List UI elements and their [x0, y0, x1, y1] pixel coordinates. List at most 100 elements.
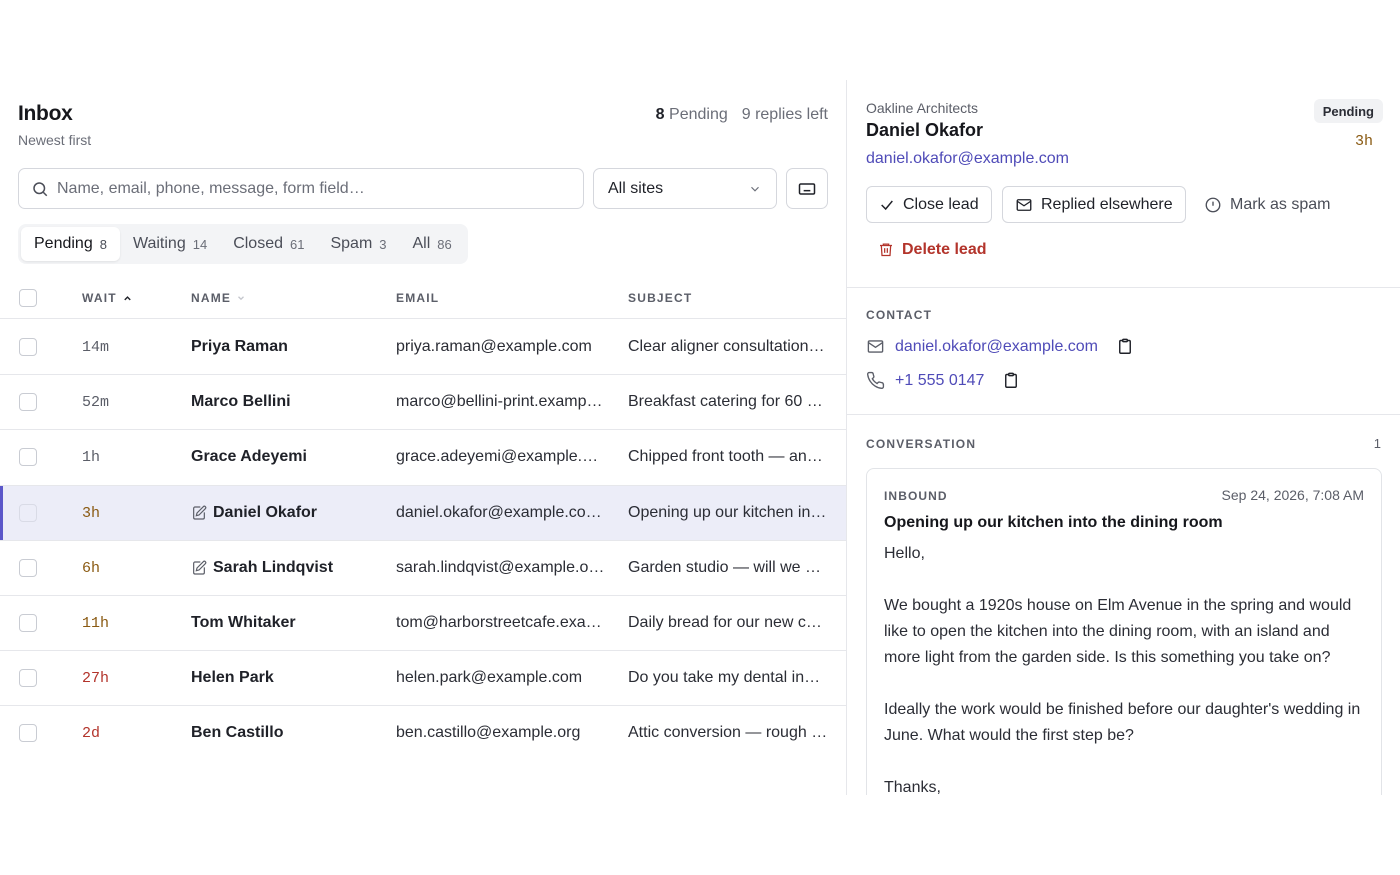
row-checkbox[interactable] [19, 393, 37, 412]
lead-email: ben.castillo@example.org [396, 724, 581, 742]
tab-label: Pending [34, 235, 93, 252]
message-direction: INBOUND [884, 489, 948, 503]
wait-time: 27h [82, 670, 110, 688]
copy-clipboard-icon[interactable] [1002, 371, 1020, 390]
search-box[interactable] [18, 168, 584, 209]
replied-elsewhere-button[interactable]: Replied elsewhere [1002, 186, 1186, 223]
lead-subject: Do you take my dental ins… [628, 669, 828, 687]
lead-name: Daniel Okafor [191, 504, 317, 522]
wait-time: 11h [82, 614, 110, 632]
lead-name-text: Sarah Lindqvist [213, 558, 334, 576]
page-title: Inbox [18, 102, 73, 125]
form-submission-icon [193, 505, 207, 520]
lead-name: Tom Whitaker [191, 614, 296, 632]
table-row[interactable]: 27h Helen Park helen.park@example.com Do… [0, 651, 846, 707]
contact-email-link[interactable]: daniel.okafor@example.com [895, 338, 1098, 356]
wait-time: 6h [82, 559, 101, 577]
message-body: Hello, We bought a 1920s house on Elm Av… [884, 545, 1361, 795]
conversation-section-label: CONVERSATION [866, 437, 977, 451]
copy-clipboard-icon[interactable] [1116, 337, 1134, 356]
tab-label: Closed [233, 235, 283, 252]
tab-waiting[interactable]: Waiting 14 [120, 227, 220, 261]
lead-name: Helen Park [191, 669, 274, 687]
row-checkbox[interactable] [19, 448, 37, 467]
keyboard-shortcuts-button[interactable] [786, 168, 828, 209]
table-row[interactable]: 14m Priya Raman priya.raman@example.com … [0, 320, 846, 376]
button-label: Close lead [903, 195, 979, 213]
row-checkbox[interactable] [19, 613, 37, 632]
replies-left: 9 replies left [741, 106, 828, 123]
lead-name-text: Priya Raman [191, 338, 288, 355]
table-row[interactable]: 1h Grace Adeyemi grace.adeyemi@example.o… [0, 430, 846, 486]
column-header-wait[interactable]: WAIT [82, 291, 133, 305]
inbox-counts: 8 Pending 9 replies left [656, 106, 828, 124]
tab-spam[interactable]: Spam 3 [317, 227, 399, 261]
column-header-name[interactable]: NAME [191, 291, 246, 305]
wait-time: 1h [82, 449, 101, 467]
check-icon [881, 200, 893, 210]
button-label: Replied elsewhere [1041, 195, 1173, 213]
lead-email: sarah.lindqvist@example.o… [396, 558, 605, 576]
lead-email: grace.adeyemi@example.o… [396, 448, 606, 466]
keyboard-icon [798, 182, 816, 195]
lead-name: Grace Adeyemi [191, 448, 307, 466]
close-lead-button[interactable]: Close lead [866, 186, 992, 223]
delete-lead-button[interactable]: Delete lead [878, 231, 987, 268]
contact-phone-link[interactable]: +1 555 0147 [895, 372, 984, 390]
lead-email: helen.park@example.com [396, 669, 583, 687]
contact-email-row: daniel.okafor@example.com [866, 337, 1134, 356]
tab-count: 3 [379, 236, 387, 252]
column-header-label: WAIT [82, 291, 117, 305]
status-badge: Pending [1313, 99, 1383, 123]
site-select-value: All sites [608, 179, 664, 197]
table-header: WAIT NAME EMAIL SUBJECT [0, 278, 846, 319]
row-checkbox[interactable] [19, 669, 37, 688]
row-checkbox[interactable] [19, 338, 37, 356]
table-row-selected[interactable]: 3h Daniel Okafor daniel.okafor@example.c… [0, 485, 846, 541]
lead-detail-email-link[interactable]: daniel.okafor@example.com [866, 150, 1069, 168]
lead-subject: Attic conversion — rough … [628, 724, 828, 742]
lead-email: priya.raman@example.com [396, 338, 592, 355]
tab-count: 14 [192, 236, 208, 252]
tab-label: Spam [330, 235, 373, 252]
row-checkbox[interactable] [19, 503, 37, 522]
pending-summary: 8 Pending [655, 106, 728, 123]
wait-time: 14m [82, 339, 110, 356]
select-all-checkbox[interactable] [19, 289, 37, 307]
lead-age: 3h [1354, 133, 1373, 150]
lead-subject: Chipped front tooth — any… [628, 448, 828, 466]
site-select[interactable]: All sites [593, 168, 777, 209]
table-row[interactable]: 6h Sarah Lindqvist sarah.lindqvist@examp… [0, 541, 846, 596]
search-input[interactable] [57, 179, 557, 198]
wait-time: 2d [82, 725, 101, 743]
tab-label: Waiting [132, 235, 186, 252]
table-row[interactable]: 11h Tom Whitaker tom@harborstreetcafe.ex… [0, 596, 846, 652]
lead-subject: Breakfast catering for 60 … [628, 393, 823, 411]
table-row[interactable]: 2d Ben Castillo ben.castillo@example.org… [0, 706, 846, 761]
contact-phone-row: +1 555 0147 [866, 371, 1020, 390]
mark-as-spam-button[interactable]: Mark as spam [1204, 186, 1331, 223]
section-divider [847, 287, 1400, 288]
wait-time: 3h [82, 504, 101, 522]
table-row[interactable]: 52m Marco Bellini marco@bellini-print.ex… [0, 375, 846, 431]
trash-icon [880, 243, 892, 257]
lead-subject: Opening up our kitchen int… [628, 503, 828, 521]
tab-pending[interactable]: Pending 8 [21, 227, 120, 261]
tab-label: All [412, 235, 431, 252]
envelope-icon [867, 340, 884, 353]
envelope-icon [1016, 198, 1032, 211]
sort-indicator-icon [238, 296, 245, 301]
lead-name: Priya Raman [191, 338, 288, 356]
button-label: Mark as spam [1230, 195, 1331, 213]
lead-subject: Garden studio — will we n… [628, 558, 828, 576]
row-checkbox[interactable] [19, 558, 37, 577]
message-date: Sep 24, 2026, 7:08 AM [1221, 487, 1364, 503]
row-checkbox[interactable] [19, 724, 37, 743]
tab-closed[interactable]: Closed 61 [220, 227, 317, 261]
lead-detail-name: Daniel Okafor [866, 120, 984, 140]
lead-detail-pane: Oakline Architects Daniel Okafor daniel.… [847, 80, 1400, 795]
status-tabs: Pending 8 Waiting 14 Closed 61 Spam 3 All 86 [18, 224, 468, 264]
button-label: Delete lead [902, 240, 987, 258]
tab-all[interactable]: All 86 [400, 227, 465, 261]
lead-name-text: Ben Castillo [191, 724, 284, 742]
